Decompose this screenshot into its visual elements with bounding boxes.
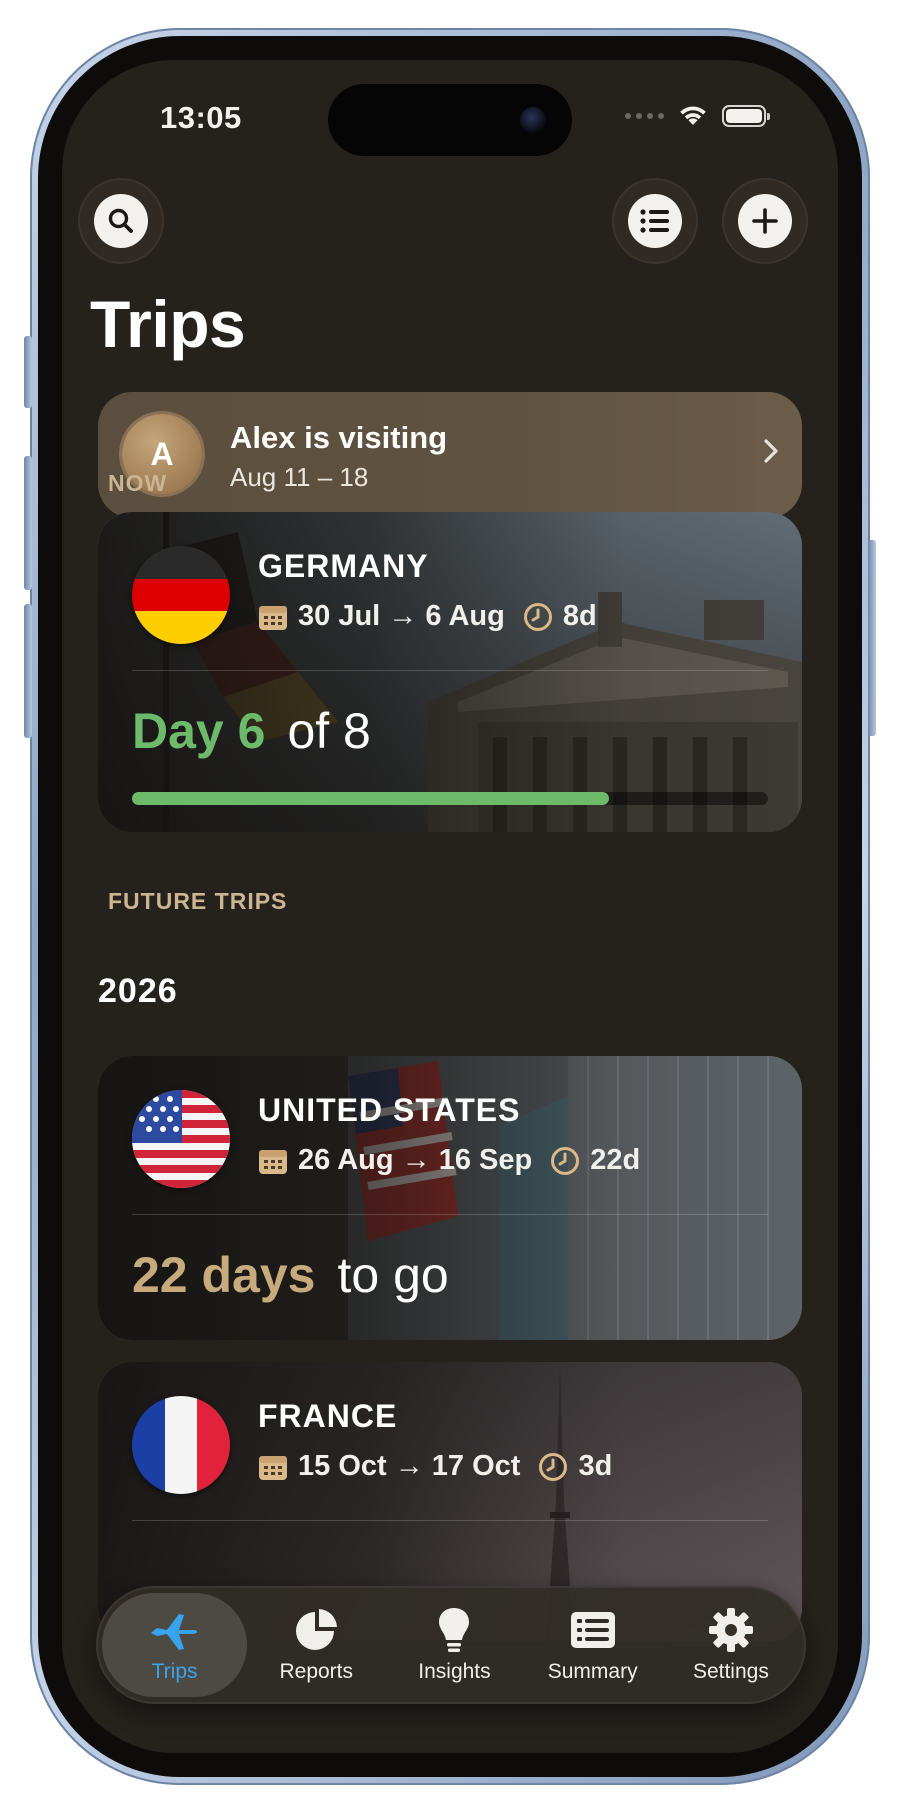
tab-label: Trips: [151, 1660, 198, 1683]
trip-countdown-line: 22 days to go: [132, 1246, 449, 1304]
visitor-name: Alex is visiting: [230, 420, 448, 455]
tab-reports[interactable]: Reports: [247, 1593, 385, 1697]
pie-chart-icon: [296, 1609, 338, 1650]
add-trip-button[interactable]: [722, 178, 808, 264]
trip-meta: 15 Oct → 17 Oct 3d: [258, 1450, 612, 1483]
tab-bar: Trips Reports Insights Summary Settings: [96, 1586, 806, 1704]
clock-icon: [523, 602, 552, 631]
calendar-icon: [259, 1149, 287, 1174]
trip-dates: 26 Aug → 16 Sep: [298, 1144, 533, 1176]
gear-icon: [708, 1608, 753, 1652]
card-divider: [132, 670, 768, 671]
trip-duration: 22d: [590, 1144, 641, 1176]
visitor-banner[interactable]: A Alex is visiting Aug 11 – 18: [98, 392, 802, 518]
cellular-signal-icon: [625, 113, 664, 119]
trip-day-total: of 8: [287, 703, 371, 759]
year-heading: 2026: [98, 972, 178, 1010]
france-flag-icon: [132, 1396, 230, 1494]
visitor-dates: Aug 11 – 18: [230, 462, 369, 492]
germany-flag-icon: [132, 546, 230, 644]
trip-countdown-suffix: to go: [337, 1247, 449, 1303]
wifi-icon: [680, 106, 706, 125]
tab-summary[interactable]: Summary: [524, 1593, 662, 1697]
action-button: [24, 336, 32, 408]
trip-progress-bar: [132, 792, 768, 805]
tab-insights[interactable]: Insights: [385, 1593, 523, 1697]
trip-day-count: Day 6: [132, 703, 266, 759]
tab-label: Reports: [279, 1660, 353, 1683]
trip-meta: 30 Jul → 6 Aug 8d: [258, 600, 597, 633]
app-screen: 13:05 Trips A Alex is visiting Aug 11 – …: [62, 60, 838, 1753]
trip-duration: 3d: [578, 1450, 613, 1482]
dynamic-island: [328, 84, 572, 156]
volume-down-button: [24, 604, 32, 738]
chevron-right-icon: [764, 439, 778, 463]
status-icons: [625, 104, 770, 128]
card-divider: [132, 1214, 768, 1215]
tab-label: Insights: [418, 1660, 491, 1683]
trip-status-line: Day 6 of 8: [132, 702, 371, 760]
trip-country: FRANCE: [258, 1398, 398, 1434]
trip-country: UNITED STATES: [258, 1092, 521, 1128]
trip-dates: 30 Jul → 6 Aug: [298, 600, 505, 632]
card-divider: [132, 1520, 768, 1521]
trip-duration: 8d: [562, 600, 597, 632]
camera-lens: [520, 107, 546, 133]
list-icon: [640, 209, 669, 233]
tab-label: Summary: [547, 1660, 638, 1683]
calendar-icon: [259, 1455, 287, 1480]
trip-card-united-states[interactable]: UNITED STATES 26 Aug → 16 Sep 22d 22 day…: [98, 1056, 802, 1340]
trip-dates: 15 Oct → 17 Oct: [298, 1450, 521, 1482]
calendar-icon: [259, 605, 287, 630]
status-time: 13:05: [160, 100, 242, 135]
plus-icon: [752, 208, 778, 234]
trip-card-germany[interactable]: GERMANY 30 Jul → 6 Aug 8d Day 6 of 8: [98, 512, 802, 832]
clock-icon: [539, 1452, 568, 1481]
search-icon: [108, 208, 133, 233]
list-card-icon: [570, 1612, 615, 1648]
power-button: [868, 540, 876, 736]
battery-icon: [722, 105, 770, 127]
trip-progress-fill: [132, 792, 609, 805]
section-label-future: FUTURE TRIPS: [108, 888, 288, 914]
united-states-flag-icon: [132, 1090, 230, 1188]
page-title: Trips: [90, 287, 246, 361]
tab-label: Settings: [692, 1660, 769, 1683]
tab-settings[interactable]: Settings: [662, 1593, 800, 1697]
list-view-button[interactable]: [612, 178, 698, 264]
section-label-now: NOW: [108, 470, 168, 496]
search-button[interactable]: [78, 178, 164, 264]
tab-trips[interactable]: Trips: [102, 1593, 248, 1697]
lightbulb-icon: [439, 1608, 470, 1652]
airplane-icon: [150, 1614, 197, 1650]
trip-country: GERMANY: [258, 548, 429, 584]
trip-meta: 26 Aug → 16 Sep 22d: [258, 1144, 640, 1177]
clock-icon: [551, 1146, 580, 1175]
trip-countdown-days: 22 days: [132, 1247, 316, 1303]
volume-up-button: [24, 456, 32, 590]
